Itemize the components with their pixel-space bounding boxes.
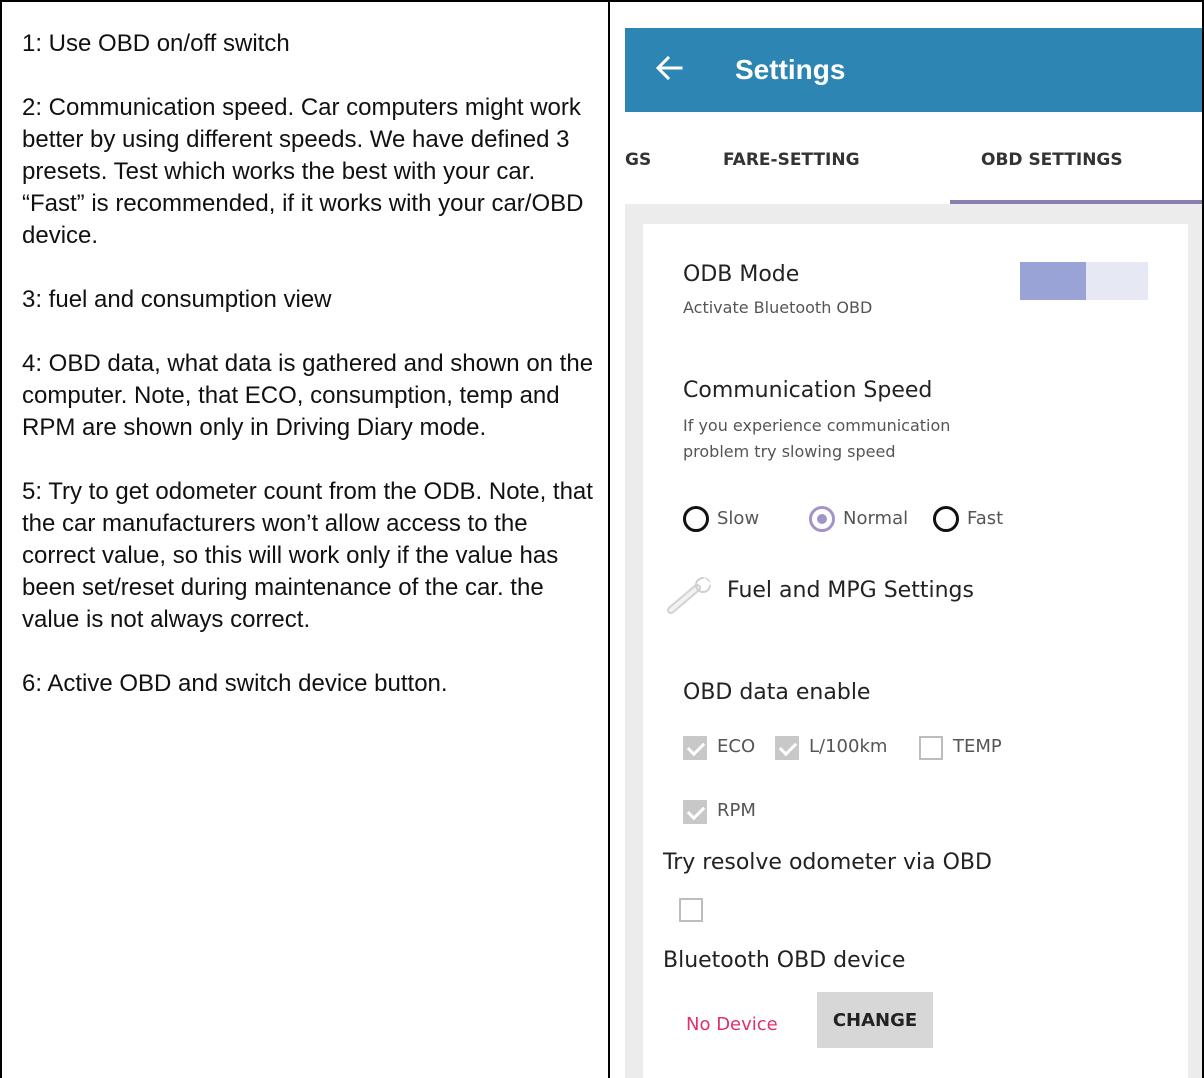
fuel-settings-link[interactable]: Fuel and MPG Settings bbox=[727, 578, 974, 603]
odometer-title: Try resolve odometer via OBD bbox=[663, 850, 992, 875]
note-6: 6: Active OBD and switch device button. bbox=[22, 670, 448, 697]
wrench-icon[interactable] bbox=[667, 577, 725, 615]
checkbox-temp-label: TEMP bbox=[953, 736, 1002, 757]
obd-mode-subtitle: Activate Bluetooth OBD bbox=[683, 298, 873, 317]
note-3: 3: fuel and consumption view bbox=[22, 286, 332, 313]
radio-slow-label: Slow bbox=[717, 508, 760, 529]
radio-slow[interactable] bbox=[683, 506, 709, 532]
obd-data-title: OBD data enable bbox=[683, 680, 871, 705]
settings-card: ODB Mode Activate Bluetooth OBD Communic… bbox=[643, 224, 1188, 1078]
obd-mode-toggle-thumb[interactable] bbox=[1020, 262, 1086, 300]
comm-speed-desc-1: If you experience communication bbox=[683, 416, 951, 435]
app-bar: Settings bbox=[625, 28, 1202, 112]
checkbox-temp[interactable] bbox=[919, 736, 943, 760]
note-1: 1: Use OBD on/off switch bbox=[22, 30, 290, 57]
checkbox-rpm-label: RPM bbox=[717, 800, 756, 821]
arrow-left-icon[interactable] bbox=[651, 48, 687, 88]
tab-bar: GS FARE-SETTING OBD SETTINGS bbox=[625, 112, 1202, 204]
obd-mode-title: ODB Mode bbox=[683, 262, 800, 287]
device-status: No Device bbox=[686, 1014, 778, 1035]
tab-general[interactable]: GS bbox=[625, 150, 651, 170]
comm-speed-title: Communication Speed bbox=[683, 378, 933, 403]
checkbox-l100km-label: L/100km bbox=[809, 736, 888, 757]
notes-column: 1: Use OBD on/off switch 2: Communicatio… bbox=[22, 28, 600, 732]
note-2: 2: Communication speed. Car computers mi… bbox=[22, 94, 584, 249]
page-title: Settings bbox=[735, 54, 846, 85]
radio-fast[interactable] bbox=[933, 506, 959, 532]
radio-normal-label: Normal bbox=[843, 508, 909, 529]
note-5: 5: Try to get odometer count from the OD… bbox=[22, 478, 593, 633]
checkbox-rpm[interactable] bbox=[683, 800, 707, 824]
radio-normal[interactable] bbox=[809, 506, 835, 532]
checkbox-eco[interactable] bbox=[683, 736, 707, 760]
comm-speed-desc-2: problem try slowing speed bbox=[683, 442, 896, 461]
note-4: 4: OBD data, what data is gathered and s… bbox=[22, 350, 594, 441]
bt-device-title: Bluetooth OBD device bbox=[663, 948, 906, 973]
checkbox-eco-label: ECO bbox=[717, 736, 756, 757]
phone-screenshot: Settings GS FARE-SETTING OBD SETTINGS OD… bbox=[625, 28, 1202, 1078]
checkbox-odometer[interactable] bbox=[679, 898, 703, 922]
active-tab-indicator bbox=[950, 200, 1202, 204]
column-divider bbox=[608, 0, 610, 1078]
tab-obd-settings[interactable]: OBD SETTINGS bbox=[981, 150, 1123, 170]
tab-fare-setting[interactable]: FARE-SETTING bbox=[723, 150, 860, 170]
change-device-button[interactable]: CHANGE bbox=[817, 992, 933, 1048]
radio-fast-label: Fast bbox=[967, 508, 1004, 529]
checkbox-l100km[interactable] bbox=[775, 736, 799, 760]
